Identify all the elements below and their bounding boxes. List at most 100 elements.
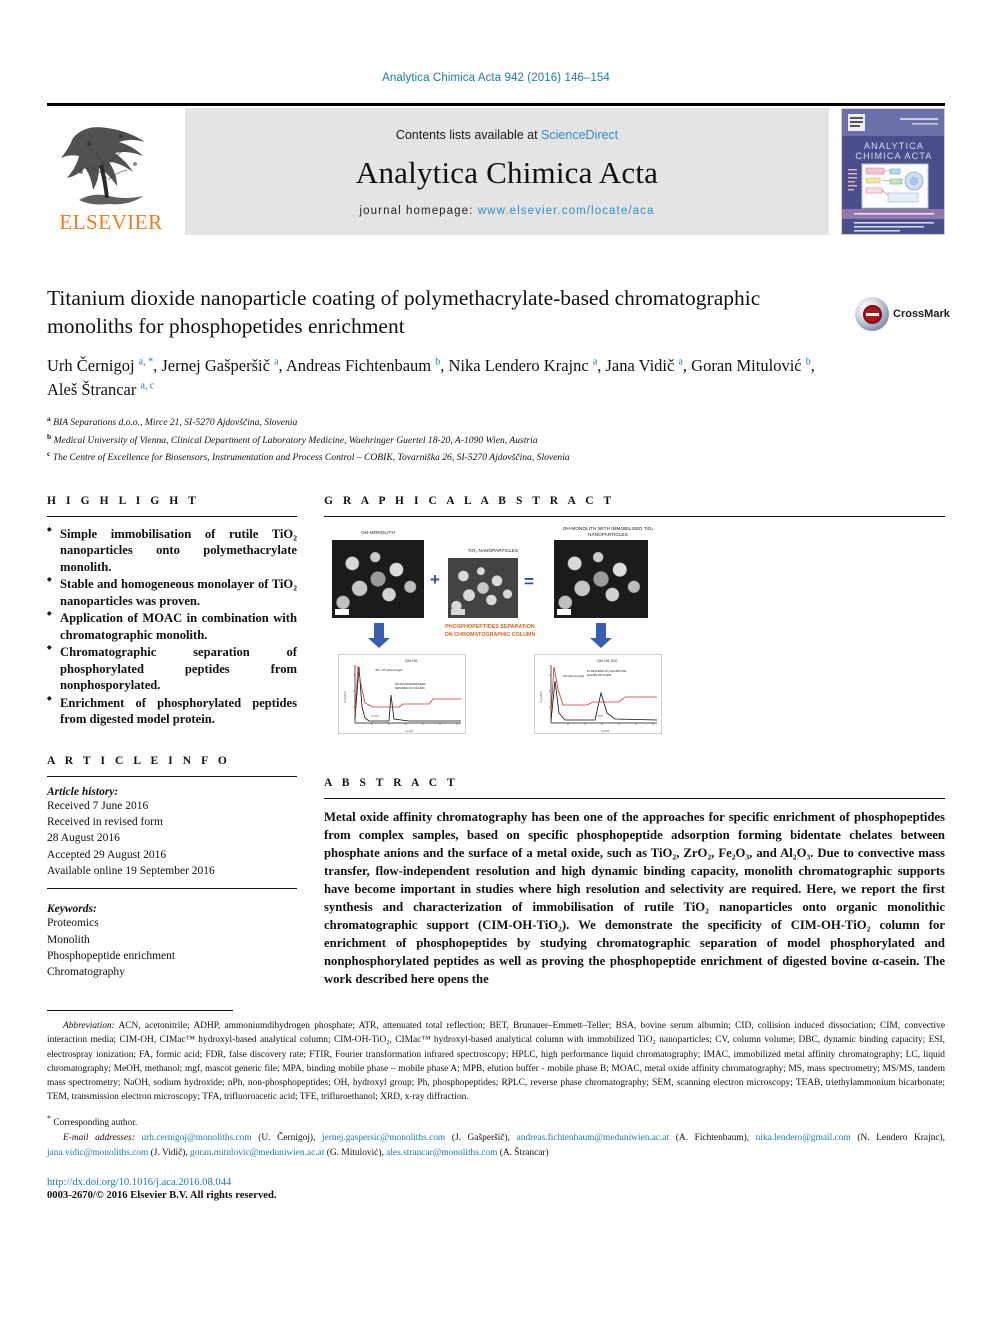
crossmark-label: CrossMark — [893, 308, 950, 320]
history-line: Accepted 29 August 2016 — [47, 848, 167, 861]
svg-text:t (min): t (min) — [405, 729, 414, 733]
email-person: (U. Černigoj) — [258, 1133, 314, 1144]
email-link[interactable]: nika.lendero@gmail.com — [756, 1133, 851, 1143]
svg-text:A (mAU): A (mAU) — [343, 691, 347, 702]
footnote-rule — [47, 1010, 233, 1011]
author-list: Urh Černigoj a, *, Jernej Gašperšič a, A… — [47, 356, 815, 399]
svg-text:nPh (flow through): nPh (flow through) — [563, 674, 584, 678]
journal-article-page: Analytica Chimica Acta 942 (2016) 146–15… — [0, 0, 992, 1323]
svg-text:RETAINED ON COLUMN: RETAINED ON COLUMN — [395, 686, 425, 690]
svg-text:A (mAU): A (mAU) — [539, 691, 543, 702]
sem-image-nanoparticles — [448, 558, 518, 618]
running-head: Analytica Chimica Acta 942 (2016) 146–15… — [382, 72, 610, 84]
ga-center-label-line1: PHOSPHOPEPTIDES SEPARATION — [445, 624, 535, 630]
graphical-abstract-heading: G R A P H I C A L A B S T R A C T — [324, 495, 615, 507]
equals-operator: = — [524, 572, 534, 591]
journal-band: Contents lists available at ScienceDirec… — [185, 108, 829, 235]
article-history-lines: Received 7 June 2016 Received in revised … — [47, 798, 297, 880]
highlight-item: Enrichment of phosphorylated peptides fr… — [47, 695, 297, 728]
right-column: G R A P H I C A L A B S T R A C T OH-MON… — [324, 495, 945, 988]
svg-text:nPh + Ph (flow through): nPh + Ph (flow through) — [375, 668, 402, 672]
journal-homepage-link[interactable]: www.elsevier.com/locate/aca — [478, 205, 655, 217]
keyword-item: Phosphopeptide enrichment — [47, 950, 176, 963]
article-info-heading: A R T I C L E I N F O — [47, 754, 231, 767]
svg-text:ELUTED WITH MPB: ELUTED WITH MPB — [587, 673, 611, 677]
keywords-block: Keywords: Proteomics Monolith Phosphopepti… — [47, 903, 297, 980]
article-history: Article history: Received 7 June 2016 Rec… — [47, 786, 297, 880]
affiliation-item: c The Centre of Excellence for Biosensor… — [47, 449, 570, 464]
keyword-item: Chromatography — [47, 966, 125, 979]
keywords-label: Keywords: — [47, 903, 97, 916]
email-addresses-list: urh.cernigoj@monoliths.com (U. Černigoj)… — [47, 1133, 946, 1159]
abstract-heading: A B S T R A C T — [324, 777, 459, 789]
highlight-item: Stable and homogeneous monolayer of TiO₂… — [47, 576, 297, 609]
email-addresses-label: E-mail addresses: — [63, 1133, 135, 1144]
affiliation-item: b Medical University of Vienna, Clinical… — [47, 431, 538, 446]
elsevier-wordmark: ELSEVIER — [59, 210, 163, 234]
email-person: (N. Lendero Krajnc) — [857, 1133, 943, 1144]
elsevier-tree-icon — [59, 120, 163, 212]
abbreviations-text: Abbreviation: ACN, acetonitrile; ADHP, a… — [47, 1019, 945, 1105]
email-person: (A. Štrancar) — [499, 1148, 549, 1159]
left-column: H I G H L I G H T Simple immobilisation … — [47, 495, 297, 981]
article-header: Titanium dioxide nanoparticle coating of… — [47, 285, 847, 466]
svg-text:NO PHOSPHOPEPTIDES: NO PHOSPHOPEPTIDES — [395, 682, 426, 686]
svg-text:CIM-OH-TiO2: CIM-OH-TiO2 — [597, 659, 618, 663]
abbreviations-label: Abbreviation: — [63, 1021, 115, 1031]
graphical-abstract-rule — [324, 516, 945, 517]
crossmark-logo-icon — [855, 297, 889, 331]
plus-operator: + — [430, 570, 440, 589]
history-line: Received in revised form — [47, 816, 163, 829]
email-link[interactable]: jernej.gaspersic@monoliths.com — [322, 1133, 445, 1143]
arrow-down-left-icon — [368, 623, 390, 648]
sciencedirect-link[interactable]: ScienceDirect — [541, 128, 618, 142]
sem-image-monolith — [332, 540, 424, 618]
affiliation-list: a BIA Separations d.o.o., Mirce 21, SI-5… — [47, 413, 847, 466]
highlights-rule — [47, 516, 297, 517]
ga-label-monolith: OH-MONOLITH — [361, 530, 395, 535]
email-link[interactable]: jana.vidic@monoliths.com — [47, 1148, 148, 1158]
homepage-prefix: journal homepage: — [359, 205, 478, 217]
article-info-rule — [47, 775, 297, 777]
svg-text:t (min): t (min) — [601, 729, 610, 733]
email-link[interactable]: ales.strancar@monoliths.com — [386, 1148, 497, 1158]
page-title: Titanium dioxide nanoparticle coating of… — [47, 286, 761, 338]
sem-image-composite — [554, 540, 648, 618]
ga-label-nanoparticles: TiO₂ NANOPARTICLES — [467, 548, 519, 553]
history-line: Available online 19 September 2016 — [47, 865, 215, 878]
journal-masthead: ELSEVIER Contents lists available at Sci… — [47, 103, 945, 235]
keywords-lines: Proteomics Monolith Phosphopeptide enrichm… — [47, 915, 297, 980]
highlight-item: Simple immobilisation of rutile TiO₂ nan… — [47, 526, 297, 575]
contents-available-line: Contents lists available at ScienceDirec… — [396, 128, 618, 142]
abstract-text: Metal oxide affinity chromatography has … — [324, 810, 945, 987]
doi-link[interactable]: http://dx.doi.org/10.1016/j.aca.2016.08.… — [47, 1177, 945, 1188]
highlight-item: Application of MOAC in combination with … — [47, 610, 297, 643]
journal-title: Analytica Chimica Acta — [355, 155, 659, 190]
email-person: (G. Mitulović) — [326, 1148, 382, 1159]
ga-center-label: PHOSPHOPEPTIDES SEPARATION ON CHROMATOGR… — [410, 624, 570, 640]
email-link[interactable]: urh.cernigoj@monoliths.com — [141, 1133, 251, 1143]
article-history-label: Article history: — [47, 785, 119, 798]
highlights-list: Simple immobilisation of rutile TiO₂ nan… — [47, 526, 297, 728]
email-link[interactable]: goran.mitulovic@meduniwien.ac.at — [190, 1148, 324, 1158]
keyword-item: Proteomics — [47, 917, 99, 930]
abbreviations-body: ACN, acetonitrile; ADHP, ammoniumdihydro… — [47, 1021, 945, 1103]
contents-prefix: Contents lists available at — [395, 128, 542, 142]
arrow-down-right-icon — [590, 623, 612, 648]
abstract-rule — [324, 798, 945, 799]
elsevier-logo: ELSEVIER — [47, 108, 175, 235]
email-link[interactable]: andreas.fichtenbaum@meduniwien.ac.at — [517, 1133, 670, 1143]
svg-text:CHIMICA ACTA: CHIMICA ACTA — [855, 151, 932, 161]
chromatogram-right: CIM-OH-TiO2 A (mAU) t (min) nPh (flow th… — [534, 654, 662, 734]
asterisk-icon: * — [47, 1113, 51, 1123]
email-person: (J. Vidič) — [150, 1148, 186, 1159]
history-line: Received 7 June 2016 — [47, 799, 149, 812]
ga-label-composite: OH-MONOLITH WITH IMMOBILISED TiO₂ NANOPA… — [562, 526, 654, 537]
svg-text:% MPB: % MPB — [371, 715, 379, 718]
svg-text:% MPB: % MPB — [595, 715, 603, 718]
journal-homepage-line: journal homepage: www.elsevier.com/locat… — [360, 205, 655, 217]
crossmark-badge[interactable]: CrossMark — [855, 288, 950, 340]
chromatogram-left: CIM-OH A (mAU) t (min) nPh + Ph (flow th… — [338, 654, 466, 734]
ga-center-label-line2: ON CHROMATOGRAPHIC COLUMN — [444, 631, 536, 638]
highlight-item: Chromatographic separation of phosphoryl… — [47, 644, 297, 693]
